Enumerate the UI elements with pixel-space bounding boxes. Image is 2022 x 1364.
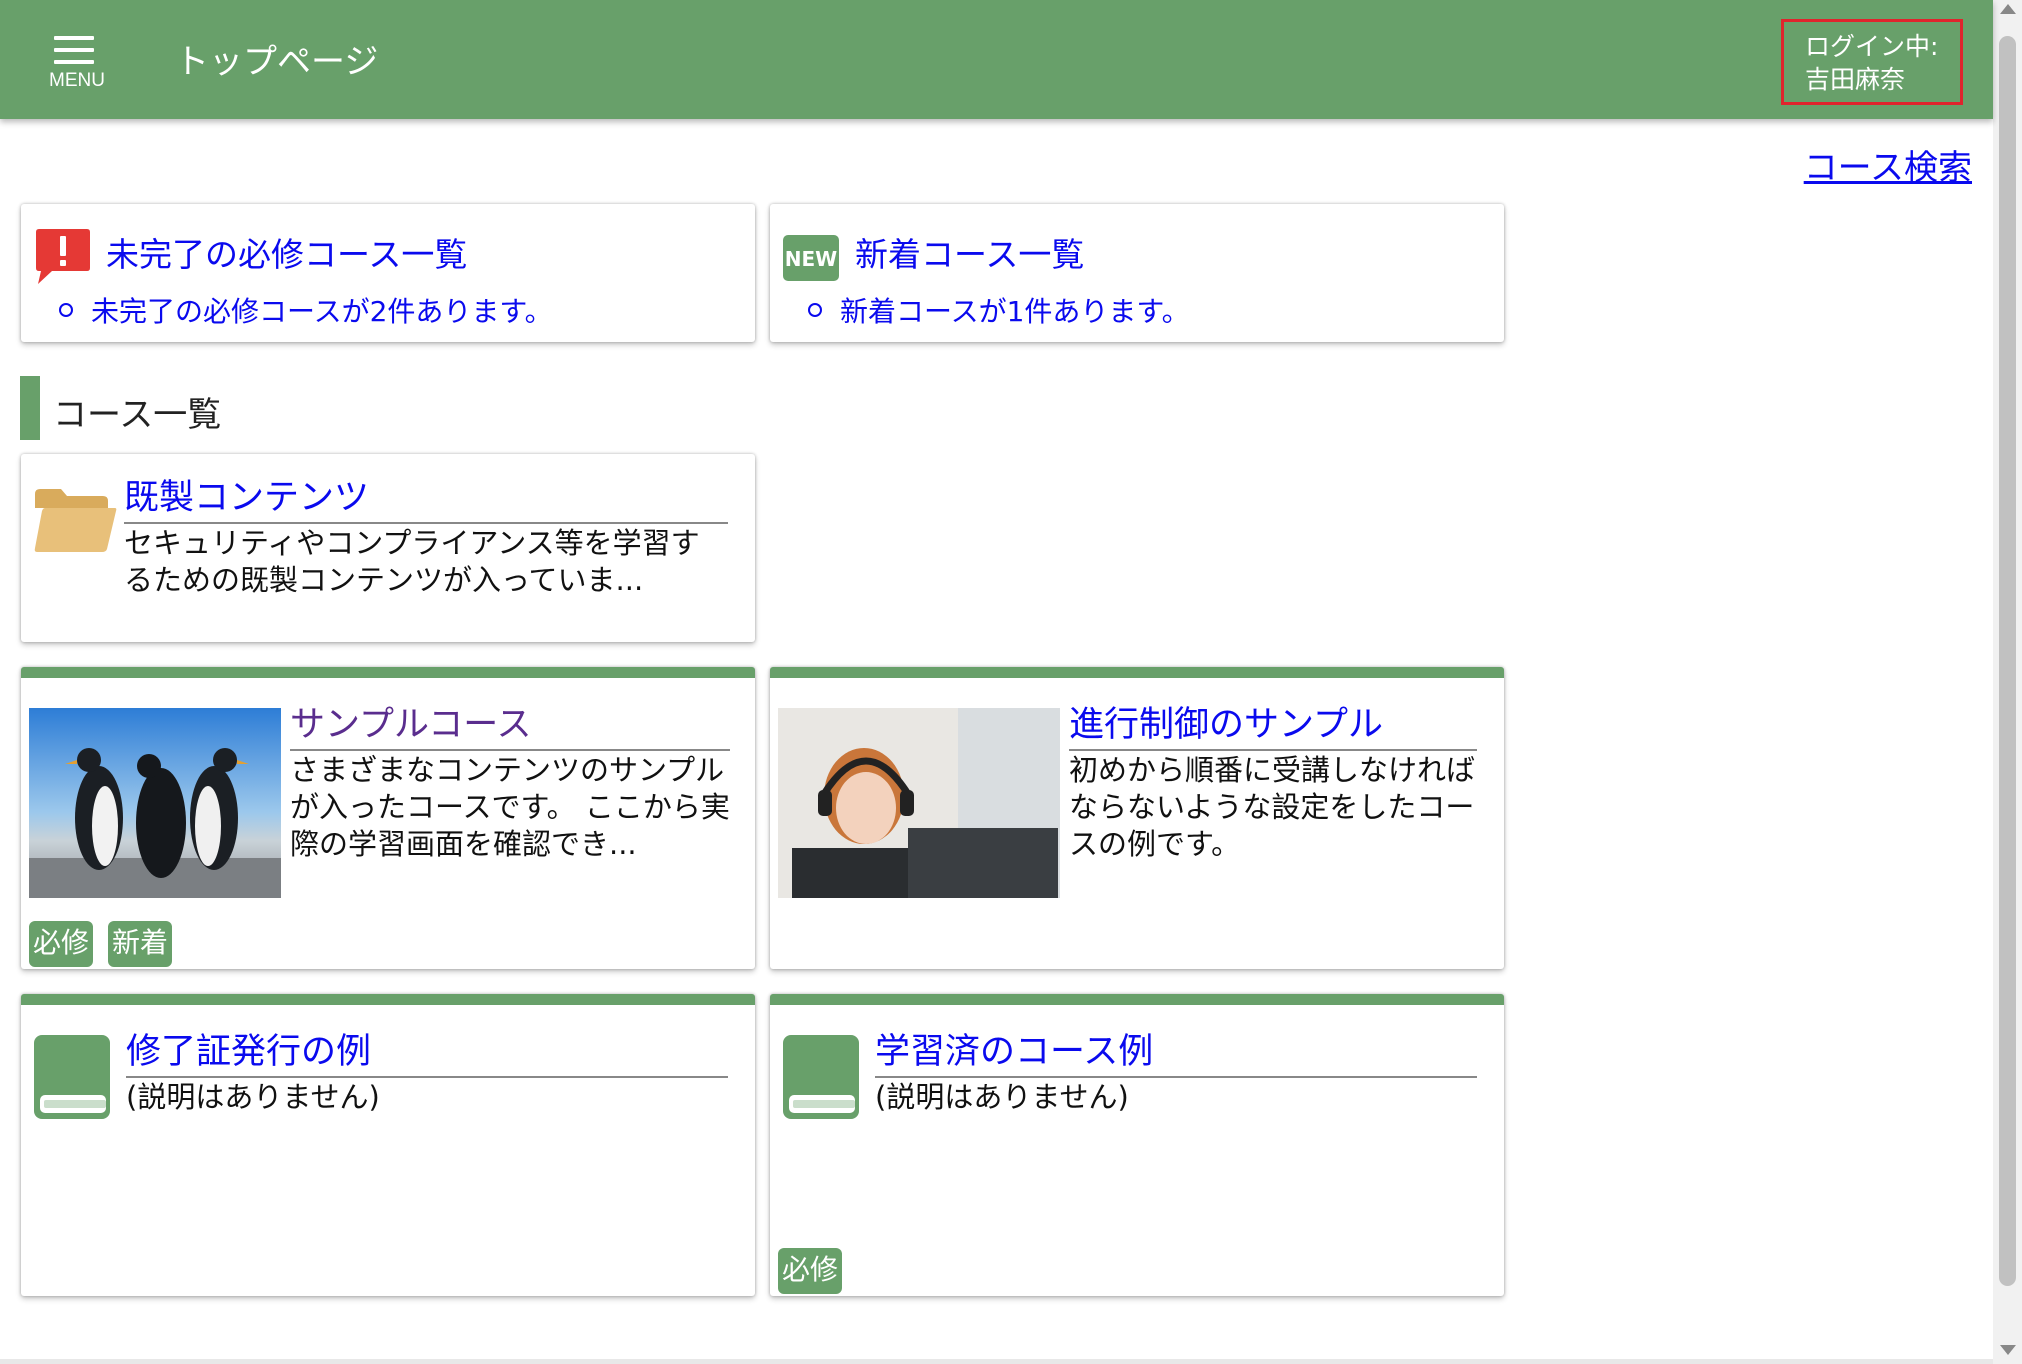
login-status: ログイン中: 吉田麻奈 [1781, 19, 1963, 105]
bottom-divider [0, 1359, 1993, 1364]
course-description: さまざまなコンテンツのサンプルが入ったコースです。 ここから実際の学習画面を確認… [290, 753, 730, 861]
scroll-up-arrow-icon[interactable] [2000, 4, 2016, 14]
new-courses-card: NEW 新着コース一覧 新着コースが1件あります。 [770, 204, 1504, 342]
course-description: 初めから順番に受講しなければならないような設定をしたコースの例です。 [1069, 753, 1476, 861]
headset-operator-thumbnail [778, 708, 1060, 902]
required-tag: 必修 [778, 1248, 843, 1294]
page-title: トップページ [175, 42, 379, 82]
course-title[interactable]: 学習済のコース例 [875, 1023, 1477, 1078]
menu-label: MENU [49, 70, 105, 91]
penguins-thumbnail [29, 708, 281, 902]
login-user-name: 吉田麻奈 [1805, 65, 1906, 94]
required-incomplete-title[interactable]: 未完了の必修コース一覧 [106, 228, 467, 276]
folder-card[interactable]: 既製コンテンツ セキュリティやコンプライアンス等を学習するための既製コンテンツが… [21, 454, 755, 642]
folder-title[interactable]: 既製コンテンツ [124, 469, 728, 524]
book-icon [781, 1033, 861, 1125]
required-tag: 必修 [29, 921, 94, 967]
course-title[interactable]: サンプルコース [290, 696, 730, 751]
course-list-title: コース一覧 [53, 395, 222, 435]
new-courses-item[interactable]: 新着コースが1件あります。 [808, 290, 1190, 330]
new-courses-title[interactable]: 新着コース一覧 [855, 228, 1084, 276]
course-card[interactable]: サンプルコース さまざまなコンテンツのサンプルが入ったコースです。 ここから実際… [21, 667, 755, 969]
menu-button[interactable]: MENU [36, 30, 118, 98]
course-title[interactable]: 修了証発行の例 [126, 1023, 728, 1078]
top-header: MENU トップページ ログイン中: 吉田麻奈 [0, 0, 1993, 119]
login-label: ログイン中: [1805, 32, 1939, 61]
new-badge-icon: NEW [783, 235, 839, 285]
course-title[interactable]: 進行制御のサンプル [1069, 696, 1477, 751]
course-card[interactable]: 進行制御のサンプル 初めから順番に受講しなければならないような設定をしたコースの… [770, 667, 1504, 969]
folder-description: セキュリティやコンプライアンス等を学習するための既製コンテンツが入っていま... [124, 526, 700, 597]
bullet-icon [808, 303, 822, 317]
section-accent-bar [20, 376, 40, 440]
bullet-icon [59, 303, 73, 317]
alert-icon [34, 228, 92, 290]
course-description: (説明はありません) [126, 1080, 380, 1114]
course-card[interactable]: 修了証発行の例 (説明はありません) [21, 994, 755, 1296]
required-incomplete-card: 未完了の必修コース一覧 未完了の必修コースが2件あります。 [21, 204, 755, 342]
svg-text:NEW: NEW [785, 247, 837, 271]
scroll-down-arrow-icon[interactable] [2000, 1345, 2016, 1355]
folder-icon [33, 486, 117, 558]
course-description: (説明はありません) [875, 1080, 1129, 1114]
book-icon [32, 1033, 112, 1125]
course-search-link[interactable]: コース検索 [1672, 140, 1972, 189]
hamburger-icon [54, 36, 94, 66]
course-card[interactable]: 学習済のコース例 (説明はありません) 必修 [770, 994, 1504, 1296]
scrollbar-thumb[interactable] [1999, 36, 2016, 1286]
new-tag: 新着 [108, 921, 173, 967]
vertical-scrollbar[interactable] [1993, 0, 2022, 1364]
required-incomplete-item[interactable]: 未完了の必修コースが2件あります。 [59, 290, 553, 330]
